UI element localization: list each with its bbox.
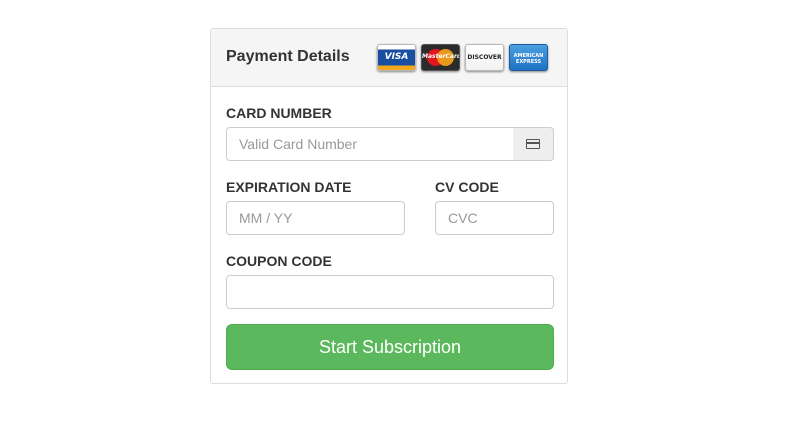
discover-logo: DISCOVER [465,44,504,71]
amex-logo: AMERICAN EXPRESS [509,44,548,71]
cv-code-input[interactable] [435,201,554,235]
cv-code-label: CV CODE [435,179,499,195]
mastercard-logo: MasterCard [421,44,460,71]
coupon-code-label: COUPON CODE [226,253,332,269]
credit-card-icon [526,139,540,149]
panel-heading: Payment Details VISA MasterCard DISCOVER… [211,29,567,87]
expiration-date-label: EXPIRATION DATE [226,179,352,195]
card-number-addon [513,127,554,161]
visa-logo: VISA [377,44,416,71]
card-number-input[interactable] [226,127,514,161]
coupon-code-input[interactable] [226,275,554,309]
accepted-cards: VISA MasterCard DISCOVER AMERICAN EXPRES… [377,44,548,71]
start-subscription-button[interactable]: Start Subscription [226,324,554,370]
payment-panel: Payment Details VISA MasterCard DISCOVER… [210,28,568,384]
panel-title: Payment Details [226,48,350,65]
card-number-label: CARD NUMBER [226,105,332,121]
expiration-date-input[interactable] [226,201,405,235]
